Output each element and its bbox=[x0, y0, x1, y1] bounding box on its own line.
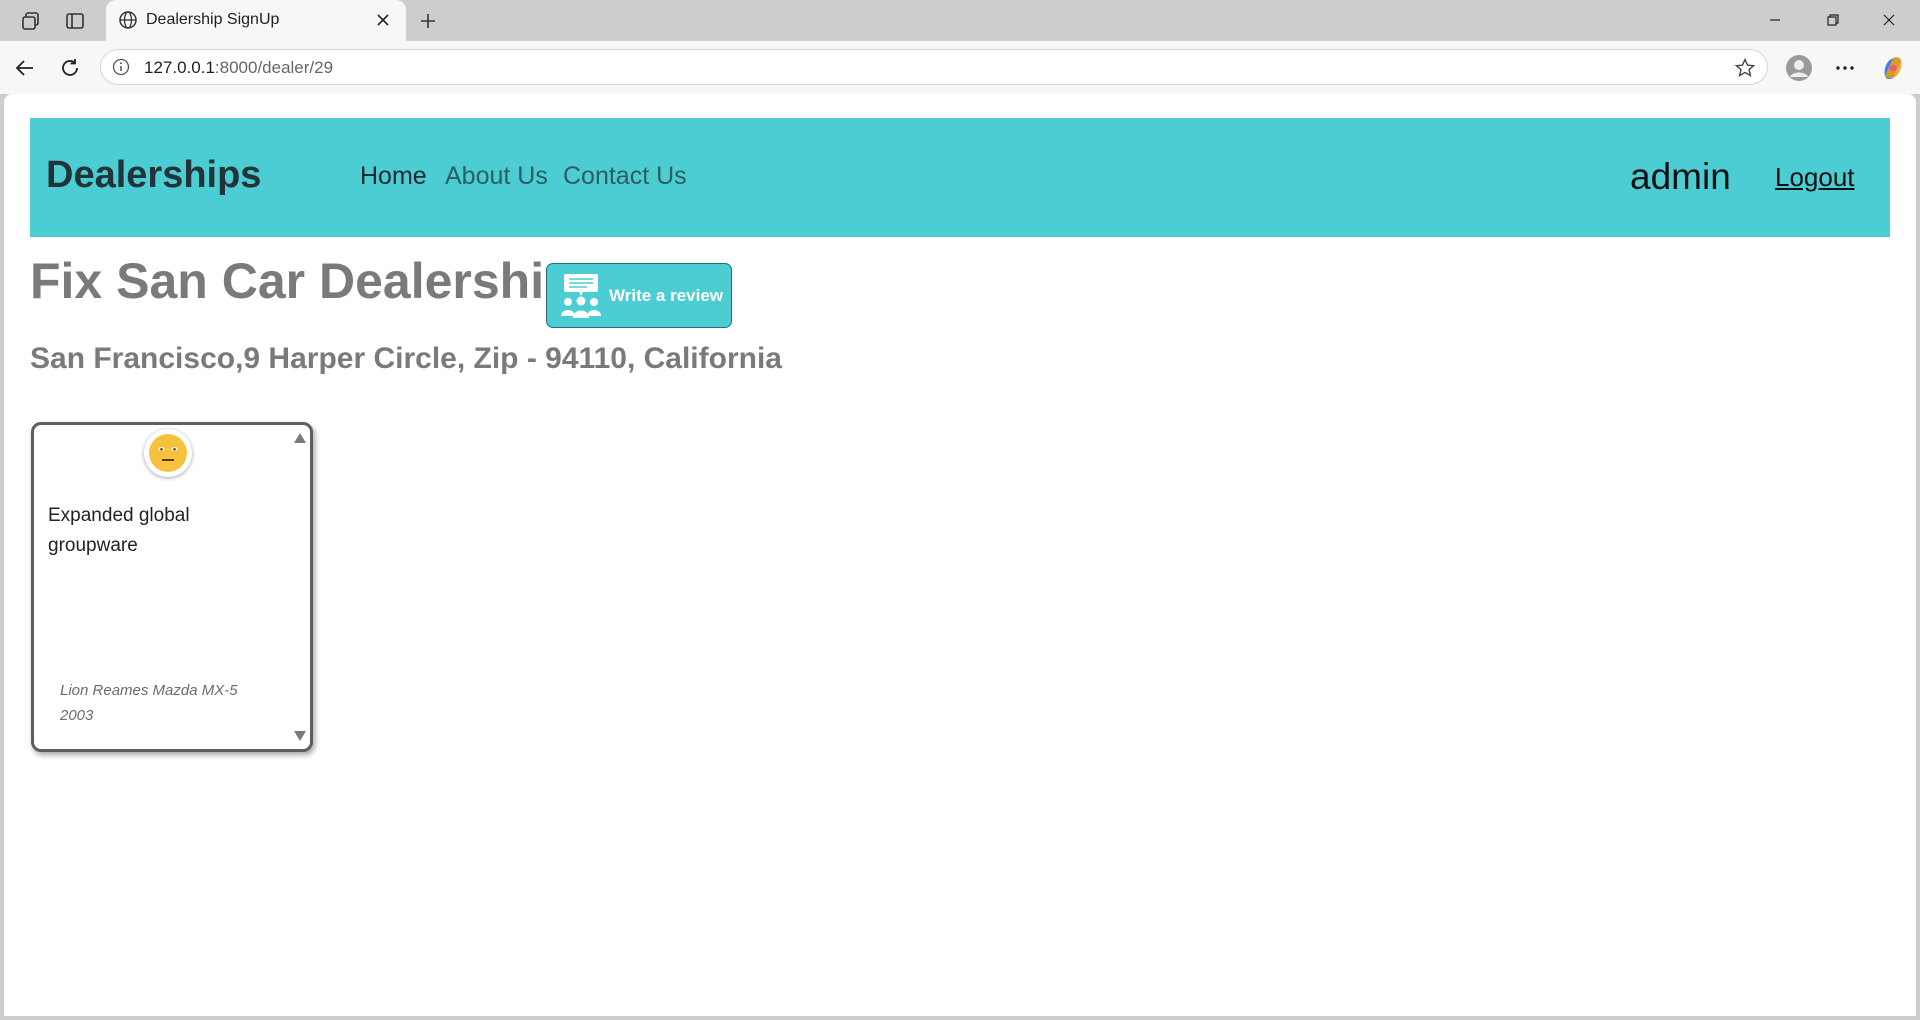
browser-tab-bar: Dealership SignUp bbox=[0, 0, 1920, 41]
plus-icon[interactable] bbox=[414, 7, 442, 35]
neutral-face-icon bbox=[144, 429, 192, 477]
url-text: 127.0.0.1:8000/dealer/29 bbox=[144, 58, 333, 78]
profile-icon[interactable] bbox=[1782, 51, 1816, 85]
workspaces-icon[interactable] bbox=[18, 8, 44, 34]
info-icon[interactable] bbox=[111, 57, 131, 77]
url-host: 127.0.0.1 bbox=[144, 58, 215, 77]
url-path: :8000/dealer/29 bbox=[214, 58, 334, 77]
browser-toolbar: 127.0.0.1:8000/dealer/29 bbox=[0, 41, 1920, 94]
scroll-up-arrow-icon[interactable] bbox=[292, 431, 308, 445]
tab-title: Dealership SignUp bbox=[146, 11, 280, 28]
more-icon[interactable] bbox=[1828, 51, 1862, 85]
page-viewport: Dealerships Home About Us Contact Us adm… bbox=[4, 94, 1916, 1016]
scroll-down-arrow-icon[interactable] bbox=[292, 729, 308, 743]
nav-link-about-us[interactable]: About Us bbox=[445, 162, 548, 191]
dealer-name: Fix San Car Dealership bbox=[30, 253, 575, 309]
nav-link-contact-us[interactable]: Contact Us bbox=[563, 162, 687, 191]
dealer-address: San Francisco,9 Harper Circle, Zip - 941… bbox=[30, 342, 782, 375]
write-review-label: Write a review bbox=[609, 285, 724, 305]
browser-tab[interactable]: Dealership SignUp bbox=[106, 0, 406, 41]
address-bar[interactable]: 127.0.0.1:8000/dealer/29 bbox=[100, 49, 1768, 85]
close-icon[interactable] bbox=[372, 9, 394, 31]
write-review-button[interactable]: Write a review bbox=[546, 263, 732, 328]
reload-icon[interactable] bbox=[53, 51, 87, 85]
review-card: Expanded global groupware Lion Reames Ma… bbox=[31, 422, 313, 752]
globe-icon bbox=[118, 10, 138, 35]
restore-icon[interactable] bbox=[1810, 4, 1856, 36]
star-icon[interactable] bbox=[1733, 56, 1757, 80]
vertical-tabs-icon[interactable] bbox=[62, 8, 88, 34]
copilot-icon[interactable] bbox=[1876, 51, 1910, 85]
review-people-icon bbox=[561, 273, 601, 318]
review-text: Expanded global groupware bbox=[48, 505, 190, 556]
logged-in-username: admin bbox=[1630, 156, 1731, 197]
review-reviewer-car: Lion Reames Mazda MX-5 2003 bbox=[60, 682, 238, 724]
site-brand[interactable]: Dealerships bbox=[46, 154, 261, 197]
back-icon[interactable] bbox=[8, 51, 42, 85]
site-navbar: Dealerships Home About Us Contact Us adm… bbox=[30, 118, 1890, 237]
nav-link-home[interactable]: Home bbox=[360, 162, 427, 191]
minimize-icon[interactable] bbox=[1752, 4, 1798, 36]
window-close-icon[interactable] bbox=[1866, 4, 1912, 36]
logout-link[interactable]: Logout bbox=[1775, 162, 1855, 193]
